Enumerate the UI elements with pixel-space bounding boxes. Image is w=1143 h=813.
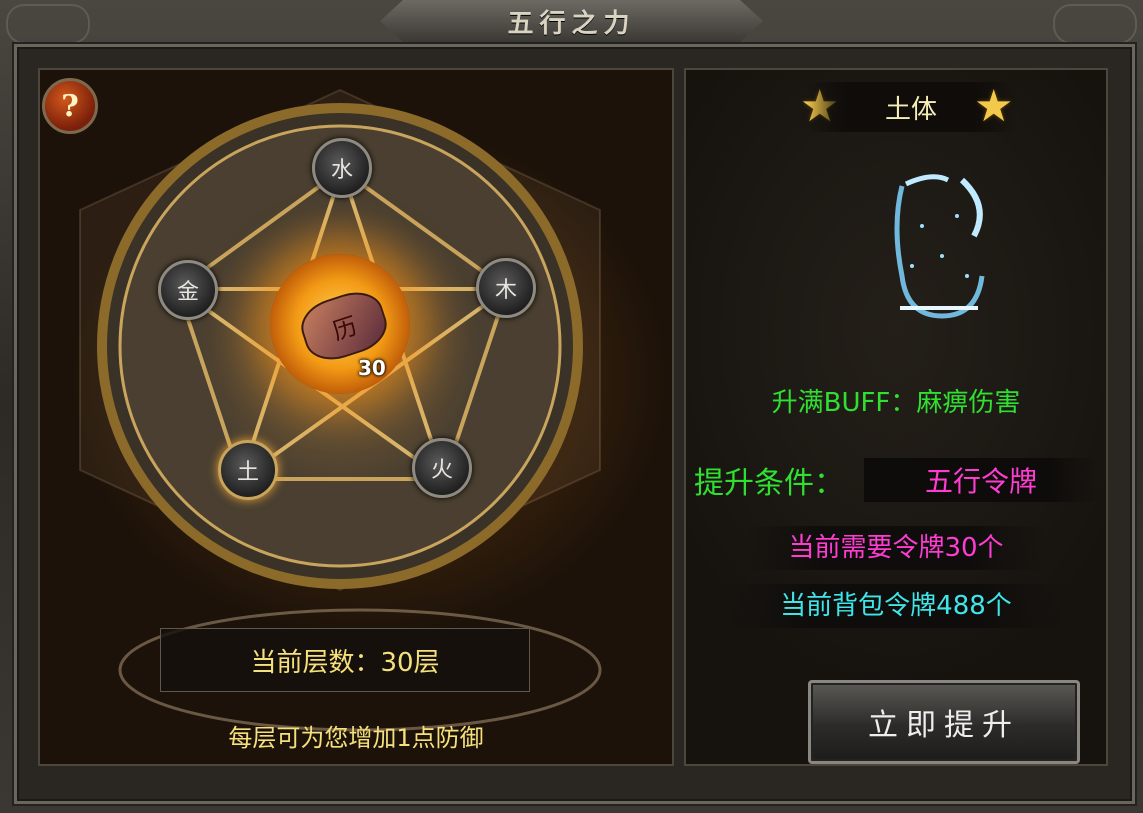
condition-value: 五行令牌 bbox=[864, 458, 1098, 502]
element-name: 土体 bbox=[884, 94, 937, 125]
required-tokens-text: 当前需要令牌30个 bbox=[746, 526, 1046, 570]
current-layer-text: 当前层数：30层 bbox=[250, 647, 440, 678]
water-glyph: 水 bbox=[330, 158, 353, 183]
wood-glyph: 木 bbox=[494, 278, 517, 303]
element-earth-node[interactable]: 土 bbox=[218, 440, 278, 500]
token-glyph: 历 bbox=[329, 311, 361, 346]
max-buff-text: 升满BUFF：麻痹伤害 bbox=[771, 388, 1021, 418]
layer-description: 每层可为您增加1点防御 bbox=[228, 724, 484, 752]
earth-body-effect-icon bbox=[894, 174, 985, 319]
window-title: 五行之力 bbox=[507, 8, 636, 39]
element-metal-node[interactable]: 金 bbox=[158, 260, 218, 320]
element-fire-node[interactable]: 火 bbox=[412, 438, 472, 498]
frame-ornament-left bbox=[6, 4, 90, 44]
element-wood-node[interactable]: 木 bbox=[476, 258, 536, 318]
current-layer-box: 当前层数：30层 bbox=[160, 628, 530, 692]
game-window: 五行之力 ? 水 木 火 土 金 历 30 当前层数：30层 每层可为您增加1点… bbox=[0, 0, 1143, 813]
element-wheel-panel: ? 水 木 火 土 金 历 30 当前层数：30层 每层可为您增加1点防御 bbox=[38, 68, 674, 766]
condition-label: 提升条件： bbox=[694, 466, 844, 501]
upgrade-now-label: 立即提升 bbox=[868, 708, 1020, 743]
fire-glyph: 火 bbox=[430, 458, 453, 483]
title-plate: 五行之力 bbox=[380, 0, 763, 42]
frame-ornament-right bbox=[1053, 4, 1137, 44]
upgrade-now-button[interactable]: 立即提升 bbox=[808, 680, 1080, 764]
metal-glyph: 金 bbox=[176, 280, 199, 305]
bag-tokens-text: 当前背包令牌488个 bbox=[726, 584, 1066, 628]
element-detail-panel: ★ 土体 ★ 升满BUFF：麻痹伤害 提升条件： 五行令牌 当前需要令牌30个 … bbox=[684, 68, 1108, 766]
star-icon-right: ★ bbox=[974, 81, 1014, 132]
upgrade-condition-row: 提升条件： 五行令牌 bbox=[694, 458, 1098, 502]
token-count: 30 bbox=[358, 356, 386, 380]
earth-glyph: 土 bbox=[236, 460, 259, 485]
element-water-node[interactable]: 水 bbox=[312, 138, 372, 198]
